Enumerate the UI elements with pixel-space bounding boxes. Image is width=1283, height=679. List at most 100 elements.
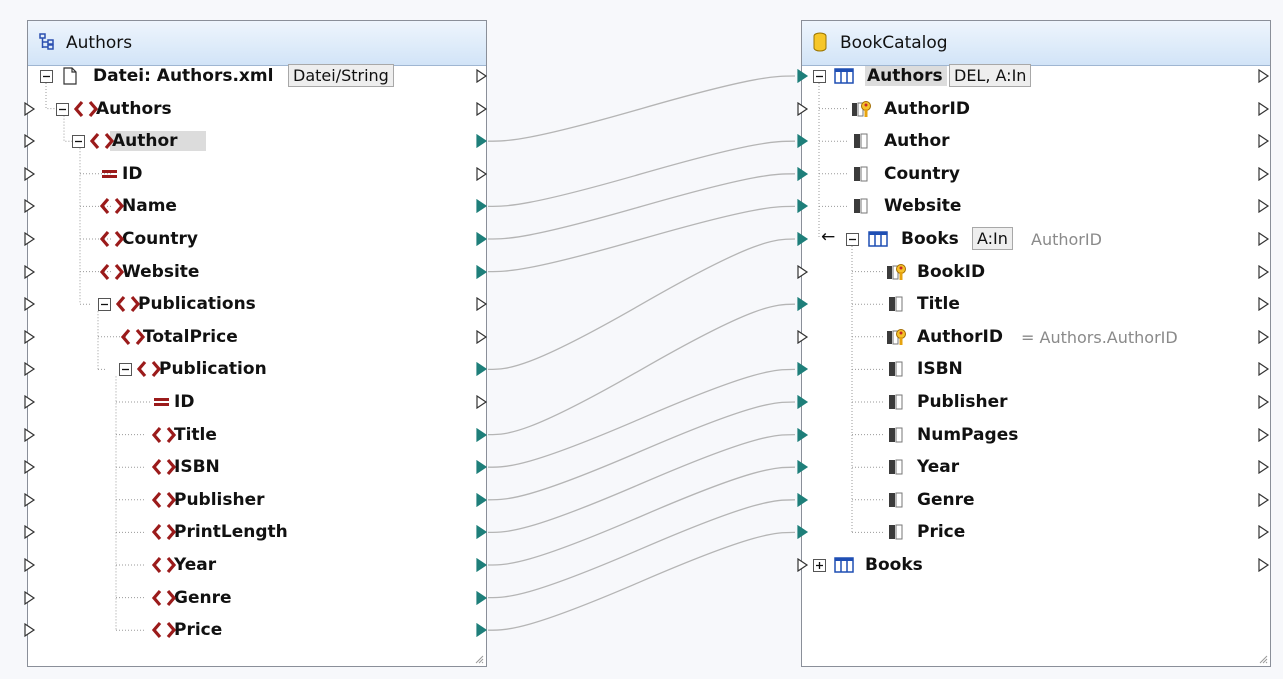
output-connector[interactable] xyxy=(1258,460,1270,475)
collapse-toggle[interactable] xyxy=(56,102,69,116)
input-connector[interactable] xyxy=(24,395,36,409)
input-connector[interactable] xyxy=(797,525,809,540)
input-connector[interactable] xyxy=(24,297,36,312)
collapse-toggle[interactable] xyxy=(846,233,859,246)
input-connector[interactable] xyxy=(24,101,36,116)
input-connector[interactable] xyxy=(24,166,36,181)
collapse-toggle[interactable] xyxy=(98,298,111,312)
target-field-label: AuthorID xyxy=(884,98,970,119)
input-connector[interactable] xyxy=(797,134,809,149)
output-connector[interactable] xyxy=(1258,134,1270,149)
output-connector[interactable] xyxy=(1258,166,1270,181)
datei-string-button[interactable]: Datei/String xyxy=(288,64,394,87)
collapse-toggle[interactable] xyxy=(119,363,132,377)
input-connector[interactable] xyxy=(797,362,809,377)
resize-grip-icon[interactable] xyxy=(474,654,484,664)
input-connector[interactable] xyxy=(24,558,36,572)
input-connector[interactable] xyxy=(24,199,36,214)
input-connector[interactable] xyxy=(24,492,36,507)
column-icon xyxy=(889,459,903,475)
input-connector[interactable] xyxy=(24,264,36,279)
output-connector[interactable] xyxy=(476,558,488,572)
output-connector[interactable] xyxy=(476,362,488,377)
source-node-publication-label: Publication xyxy=(159,359,267,380)
output-connector[interactable] xyxy=(1258,395,1270,409)
source-component-title: Authors xyxy=(66,33,133,53)
collapse-toggle[interactable] xyxy=(813,70,826,83)
input-connector[interactable] xyxy=(24,232,36,246)
input-connector[interactable] xyxy=(797,395,809,409)
output-connector[interactable] xyxy=(476,166,488,181)
connection-line[interactable] xyxy=(487,140,796,208)
output-connector[interactable] xyxy=(1258,264,1270,279)
connection-line[interactable] xyxy=(487,303,796,436)
output-connector[interactable] xyxy=(476,297,488,312)
connection-line[interactable] xyxy=(487,368,796,468)
output-connector[interactable] xyxy=(476,134,488,149)
input-connector[interactable] xyxy=(24,590,36,605)
connection-line[interactable] xyxy=(487,401,796,501)
output-connector[interactable] xyxy=(1258,362,1270,377)
output-connector[interactable] xyxy=(476,590,488,605)
connection-line[interactable] xyxy=(487,499,796,599)
input-connector[interactable] xyxy=(797,492,809,507)
books-action-tag[interactable]: A:In xyxy=(972,227,1013,250)
input-connector[interactable] xyxy=(797,232,809,246)
input-connector[interactable] xyxy=(24,427,36,442)
output-connector[interactable] xyxy=(476,427,488,442)
connection-line[interactable] xyxy=(487,75,796,142)
output-connector[interactable] xyxy=(1258,558,1270,572)
output-connector[interactable] xyxy=(1258,329,1270,344)
input-connector[interactable] xyxy=(797,69,809,83)
output-connector[interactable] xyxy=(476,460,488,475)
output-connector[interactable] xyxy=(1258,69,1270,83)
output-connector[interactable] xyxy=(1258,492,1270,507)
collapse-toggle[interactable] xyxy=(40,70,53,83)
output-connector[interactable] xyxy=(1258,199,1270,214)
connection-line[interactable] xyxy=(487,531,796,631)
input-connector[interactable] xyxy=(24,525,36,540)
connection-line[interactable] xyxy=(487,433,796,534)
output-connector[interactable] xyxy=(476,232,488,246)
input-connector[interactable] xyxy=(24,134,36,149)
output-connector[interactable] xyxy=(1258,525,1270,540)
output-connector[interactable] xyxy=(476,199,488,214)
output-connector[interactable] xyxy=(1258,297,1270,312)
source-component-header[interactable]: Authors xyxy=(28,21,486,66)
output-connector[interactable] xyxy=(1258,232,1270,246)
output-connector[interactable] xyxy=(476,623,488,638)
connection-line[interactable] xyxy=(487,205,796,273)
input-connector[interactable] xyxy=(24,623,36,638)
connection-line[interactable] xyxy=(487,466,796,566)
output-connector[interactable] xyxy=(1258,101,1270,116)
input-connector[interactable] xyxy=(24,329,36,344)
output-connector[interactable] xyxy=(1258,427,1270,442)
connection-line[interactable] xyxy=(487,173,796,240)
output-connector[interactable] xyxy=(476,329,488,344)
output-connector[interactable] xyxy=(476,69,488,83)
target-component-header[interactable]: BookCatalog xyxy=(802,21,1270,66)
output-connector[interactable] xyxy=(476,264,488,279)
input-connector[interactable] xyxy=(24,362,36,377)
input-connector[interactable] xyxy=(797,166,809,181)
input-connector[interactable] xyxy=(797,199,809,214)
input-connector[interactable] xyxy=(797,297,809,312)
output-connector[interactable] xyxy=(476,395,488,409)
input-connector[interactable] xyxy=(797,101,809,116)
input-connector[interactable] xyxy=(797,264,809,279)
output-connector[interactable] xyxy=(476,492,488,507)
collapse-toggle[interactable] xyxy=(72,135,85,149)
input-connector[interactable] xyxy=(797,427,809,442)
input-connector[interactable] xyxy=(24,460,36,475)
target-field-label: Author xyxy=(884,131,950,152)
output-connector[interactable] xyxy=(476,525,488,540)
input-connector[interactable] xyxy=(797,460,809,475)
expand-toggle[interactable] xyxy=(813,559,826,572)
input-connector[interactable] xyxy=(797,329,809,344)
back-arrow-icon: ← xyxy=(821,227,836,247)
input-connector[interactable] xyxy=(797,558,809,572)
connection-line[interactable] xyxy=(487,238,796,371)
resize-grip-icon[interactable] xyxy=(1258,654,1268,664)
authors-action-tag[interactable]: DEL, A:In xyxy=(949,64,1032,87)
output-connector[interactable] xyxy=(476,101,488,116)
